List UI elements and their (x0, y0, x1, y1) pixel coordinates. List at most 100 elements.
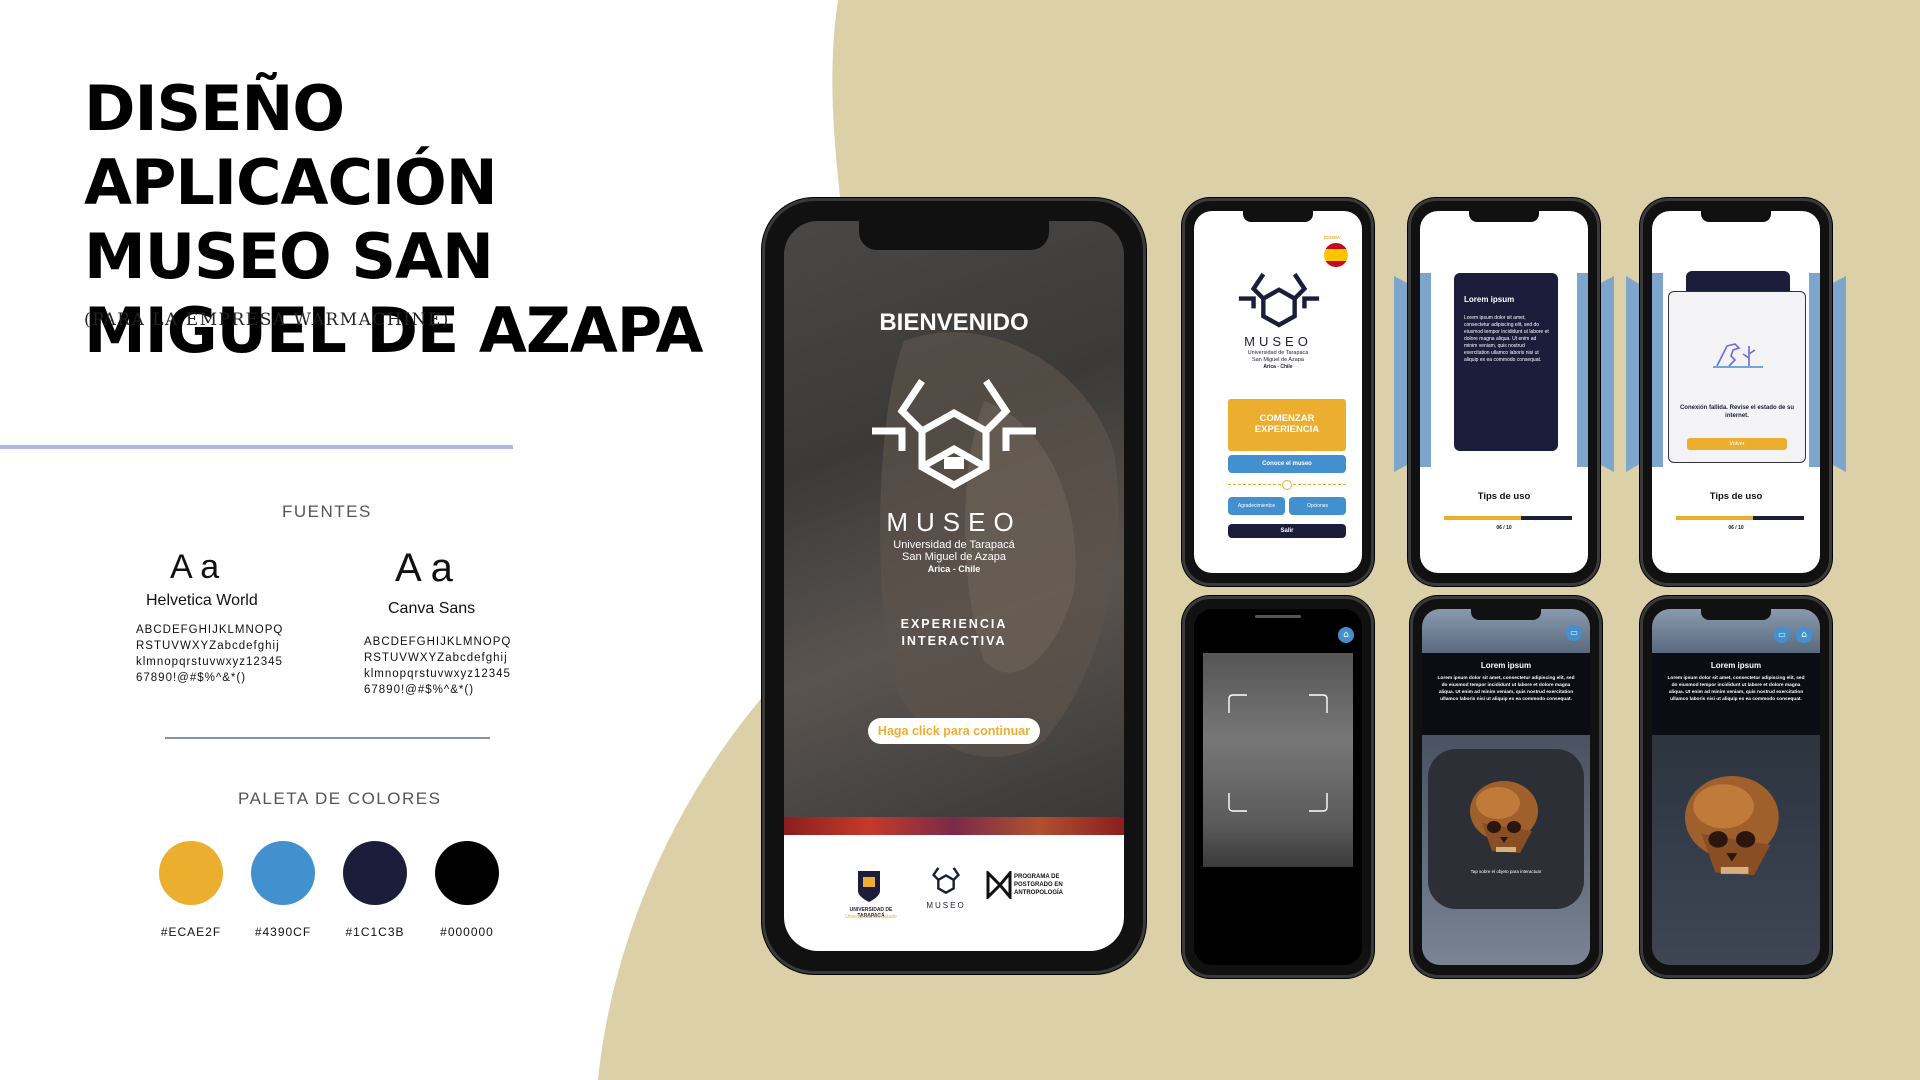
exit-button[interactable]: Salir (1228, 524, 1346, 538)
experience-line: INTERACTIVA (901, 634, 1007, 648)
textile-strip (784, 817, 1124, 835)
uta-crest-icon (858, 871, 880, 902)
program-line: PROGRAMA DE (1014, 874, 1060, 880)
logo-line: Universidad de Tarapacá (1247, 350, 1309, 356)
scan-icon[interactable]: ▭ (1566, 625, 1582, 641)
color-hex-label: #ECAE2F (160, 925, 222, 939)
tips-heading: Tips de uso (1709, 491, 1763, 502)
antropologia-logo-icon (986, 871, 1012, 899)
divider-dot (1282, 480, 1292, 490)
home-icon[interactable]: ⌂ (1338, 627, 1354, 643)
tips-progress-fill (1444, 516, 1521, 520)
tips-progress-fill (1676, 516, 1753, 520)
camera-viewfinder (1203, 653, 1353, 867)
color-hex-label: #1C1C3B (345, 925, 405, 939)
logo-line: Arica - Chile (927, 564, 981, 574)
museo-small-logo-icon (932, 867, 960, 895)
font-sample-1: A a (170, 548, 220, 586)
language-label: IDIOMA (1324, 235, 1341, 240)
carousel-next-card[interactable] (1577, 273, 1588, 467)
menu-screen: IDIOMA MUSEO Universidad de Tarapacá San… (1194, 211, 1362, 573)
object-info-panel: Lorem ipsum Lorem ipsum dolor sit amet, … (1422, 653, 1590, 735)
phone-notch (1471, 609, 1541, 620)
phone-camera: ⌂ (1182, 596, 1374, 978)
object-3d-screen: ▭ ⌂ Lorem ipsum Lorem ipsum dolor sit am… (1652, 609, 1820, 965)
palette-heading: PALETA DE COLORES (238, 789, 442, 808)
welcome-footer: UNIVERSIDAD DE TARAPACÁ Universidad del … (784, 835, 1124, 951)
welcome-screen: BIENVENIDO MUSEO Universidad de Tarapacá… (784, 221, 1124, 951)
experience-line: EXPERIENCIA (900, 617, 1008, 631)
skull-image (1685, 776, 1779, 876)
skull-image (1470, 781, 1538, 853)
color-hex-label: #4390CF (254, 925, 312, 939)
phone-notch (1701, 211, 1771, 222)
phone-menu: IDIOMA MUSEO Universidad de Tarapacá San… (1182, 198, 1374, 586)
tips-counter: 06 / 10 (1496, 525, 1512, 531)
object-description: Lorem ipsum dolor sit amet, consectetur … (1667, 676, 1805, 702)
welcome-heading: BIENVENIDO (879, 309, 1029, 336)
tips-progress-track (1676, 516, 1804, 520)
error-message: Conexión fallida. Revise el estado de su… (1679, 405, 1795, 419)
continue-button[interactable]: Haga click para continuar (868, 718, 1040, 744)
start-experience-button[interactable]: COMENZAR EXPERIENCIA (1228, 399, 1346, 451)
back-button[interactable]: Volver (1687, 438, 1787, 450)
logo-line: San Miguel de Azapa (1252, 357, 1304, 363)
uta-tag: Universidad del Estado (845, 914, 897, 920)
error-dialog: Conexión fallida. Revise el estado de su… (1668, 291, 1806, 463)
logo-line: Universidad de Tarapacá (893, 539, 1015, 551)
object-hint: Tap sobre el objeto para interactuar (1470, 869, 1542, 874)
know-museum-button[interactable]: Conoce el museo (1228, 455, 1346, 473)
object-title: Lorem ipsum (1710, 661, 1762, 670)
logo-line: Arica - Chile (1263, 364, 1293, 370)
object-3d-stage[interactable] (1652, 735, 1820, 965)
color-swatch-blue (251, 841, 315, 905)
museo-logo-word: MUSEO (1244, 334, 1312, 349)
options-button[interactable]: Opciones (1289, 497, 1346, 515)
museo-logo-icon (1238, 272, 1320, 328)
font-glyphs-2: ABCDEFGHIJKLMNOPQRSTUVWXYZabcdefghijklmn… (364, 636, 512, 696)
phone-welcome: BIENVENIDO MUSEO Universidad de Tarapacá… (762, 198, 1146, 974)
object-info-panel: Lorem ipsum Lorem ipsum dolor sit amet, … (1652, 653, 1820, 735)
program-line: ANTROPOLOGÍA (1014, 890, 1063, 896)
phone-notch (859, 221, 1049, 250)
object-card[interactable]: Tap sobre el objeto para interactuar (1428, 749, 1584, 909)
museo-small-word: MUSEO (926, 901, 966, 910)
color-swatch-navy (343, 841, 407, 905)
program-line: POSTGRADO EN (1014, 882, 1063, 888)
tips-heading: Tips de uso (1477, 491, 1531, 502)
phone-object: ▭ Lorem ipsum Lorem ipsum dolor sit amet… (1410, 596, 1602, 978)
carousel-prev-card[interactable] (1652, 273, 1663, 467)
logo-line: San Miguel de Azapa (902, 551, 1006, 563)
carousel-next-card[interactable] (1809, 273, 1820, 467)
spain-flag-icon[interactable] (1324, 243, 1348, 267)
font-sample-2: A a (395, 546, 453, 590)
tips-screen: Lorem ipsum Lorem ipsum dolor sit amet, … (1420, 211, 1588, 573)
page-subtitle: (PARA LA EMPRESA WARMACHINE) (84, 310, 450, 330)
scan-frame-icon (1228, 694, 1328, 812)
color-hex-label: #000000 (440, 925, 494, 939)
phone-error: Conexión fallida. Revise el estado de su… (1640, 198, 1832, 586)
carousel-prev-card[interactable] (1420, 273, 1431, 467)
thanks-button[interactable]: Agradecimientos (1228, 497, 1285, 515)
scan-icon[interactable]: ▭ (1774, 627, 1790, 643)
color-swatch-yellow (159, 841, 223, 905)
font-name-2: Canva Sans (388, 600, 476, 617)
museo-logo-word: MUSEO (886, 507, 1022, 537)
home-icon[interactable]: ⌂ (1796, 627, 1812, 643)
tip-card-title: Lorem ipsum (1464, 295, 1515, 304)
phone-notch (1701, 609, 1771, 620)
font-name-1: Helvetica World (146, 592, 258, 609)
color-swatch-black (435, 841, 499, 905)
dinosaur-offline-icon (1713, 343, 1763, 368)
museo-logo-icon (872, 379, 1036, 490)
tips-counter: 06 / 10 (1728, 525, 1744, 531)
object-screen: ▭ Lorem ipsum Lorem ipsum dolor sit amet… (1422, 609, 1590, 965)
phone-notch (1243, 211, 1313, 222)
font-glyphs-1: ABCDEFGHIJKLMNOPQRSTUVWXYZabcdefghijklmn… (136, 624, 284, 684)
phone-object-3d: ▭ ⌂ Lorem ipsum Lorem ipsum dolor sit am… (1640, 596, 1832, 978)
object-title: Lorem ipsum (1480, 661, 1532, 670)
divider (165, 737, 490, 739)
object-description: Lorem ipsum dolor sit amet, consectetur … (1437, 676, 1575, 702)
tip-card-body: Lorem ipsum dolor sit amet, consectetur … (1464, 315, 1549, 363)
divider (0, 445, 513, 449)
